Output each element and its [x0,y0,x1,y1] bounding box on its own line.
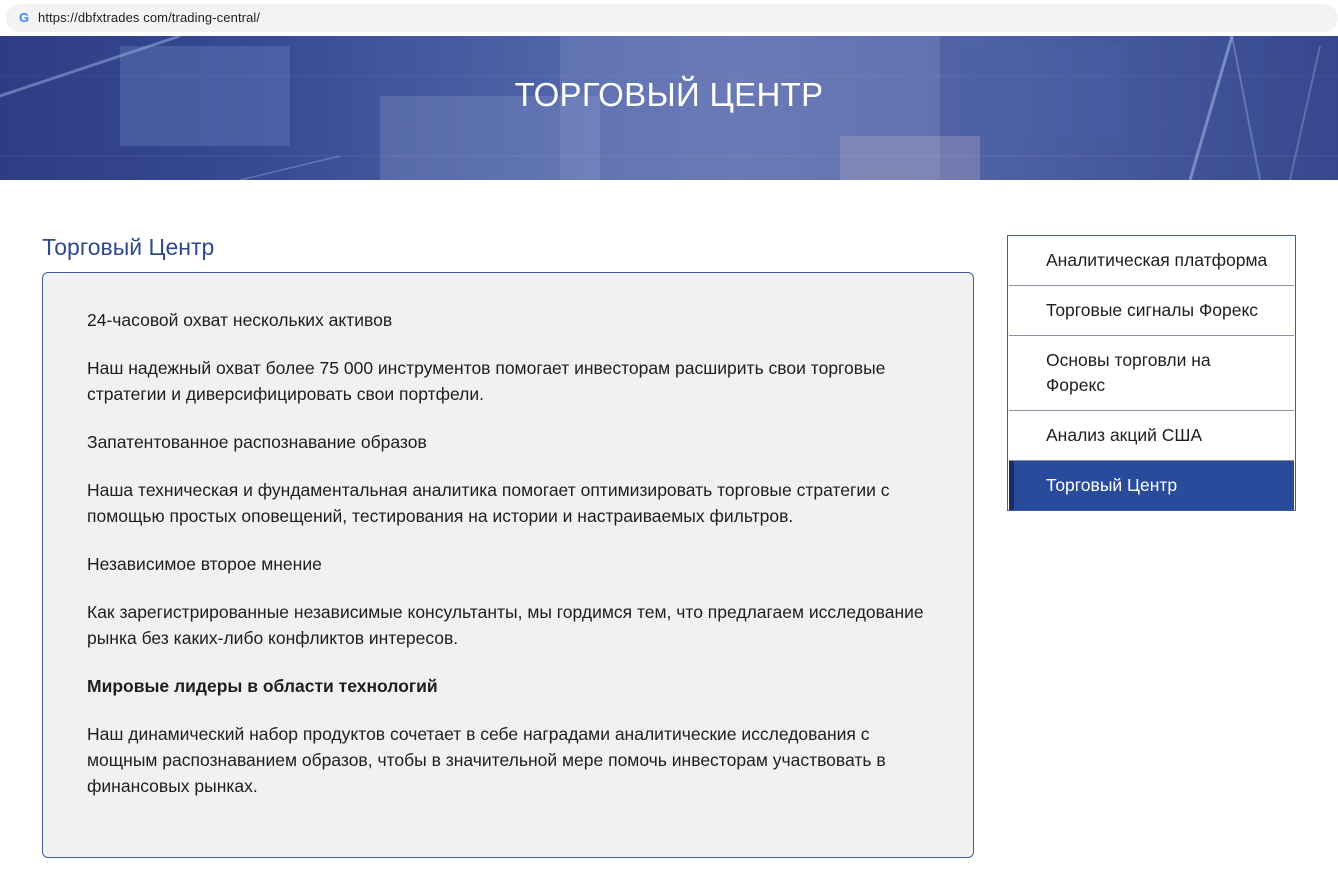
url-field[interactable]: G https://dbfxtrades com/trading-central… [6,4,1338,32]
sidebar-item-us-stocks[interactable]: Анализ акций США [1009,411,1294,461]
content-panel: 24-часовой охват нескольких активов Наш … [42,272,974,858]
sidebar-item-trading-central[interactable]: Торговый Центр [1009,461,1294,510]
feature-title: Запатентованное распознавание образов [87,432,427,452]
page-title: Торговый Центр [42,234,215,260]
feature-title: Мировые лидеры в области технологий [87,676,438,696]
hero-banner: ТОРГОВЫЙ ЦЕНТР [0,36,1338,180]
sidebar-nav: Аналитическая платформа Торговые сигналы… [1007,235,1296,511]
sidebar-item-analytics-platform[interactable]: Аналитическая платформа [1009,236,1294,286]
url-text[interactable]: https://dbfxtrades com/trading-central/ [38,10,260,26]
feature-description: Наша техническая и фундаментальная анали… [87,480,890,526]
feature-title: Независимое второе мнение [87,554,322,574]
feature-description: Как зарегистрированные независимые консу… [87,602,924,648]
address-bar: G https://dbfxtrades com/trading-central… [0,0,1338,36]
feature-description: Наш динамический набор продуктов сочетае… [87,724,886,796]
sidebar-item-forex-basics[interactable]: Основы торговли на Форекс [1009,336,1294,411]
feature-description: Наш надежный охват более 75 000 инструме… [87,358,886,404]
sidebar-item-forex-signals[interactable]: Торговые сигналы Форекс [1009,286,1294,336]
hero-title: ТОРГОВЫЙ ЦЕНТР [514,76,824,113]
feature-title: 24-часовой охват нескольких активов [87,310,393,330]
google-icon: G [18,10,30,25]
